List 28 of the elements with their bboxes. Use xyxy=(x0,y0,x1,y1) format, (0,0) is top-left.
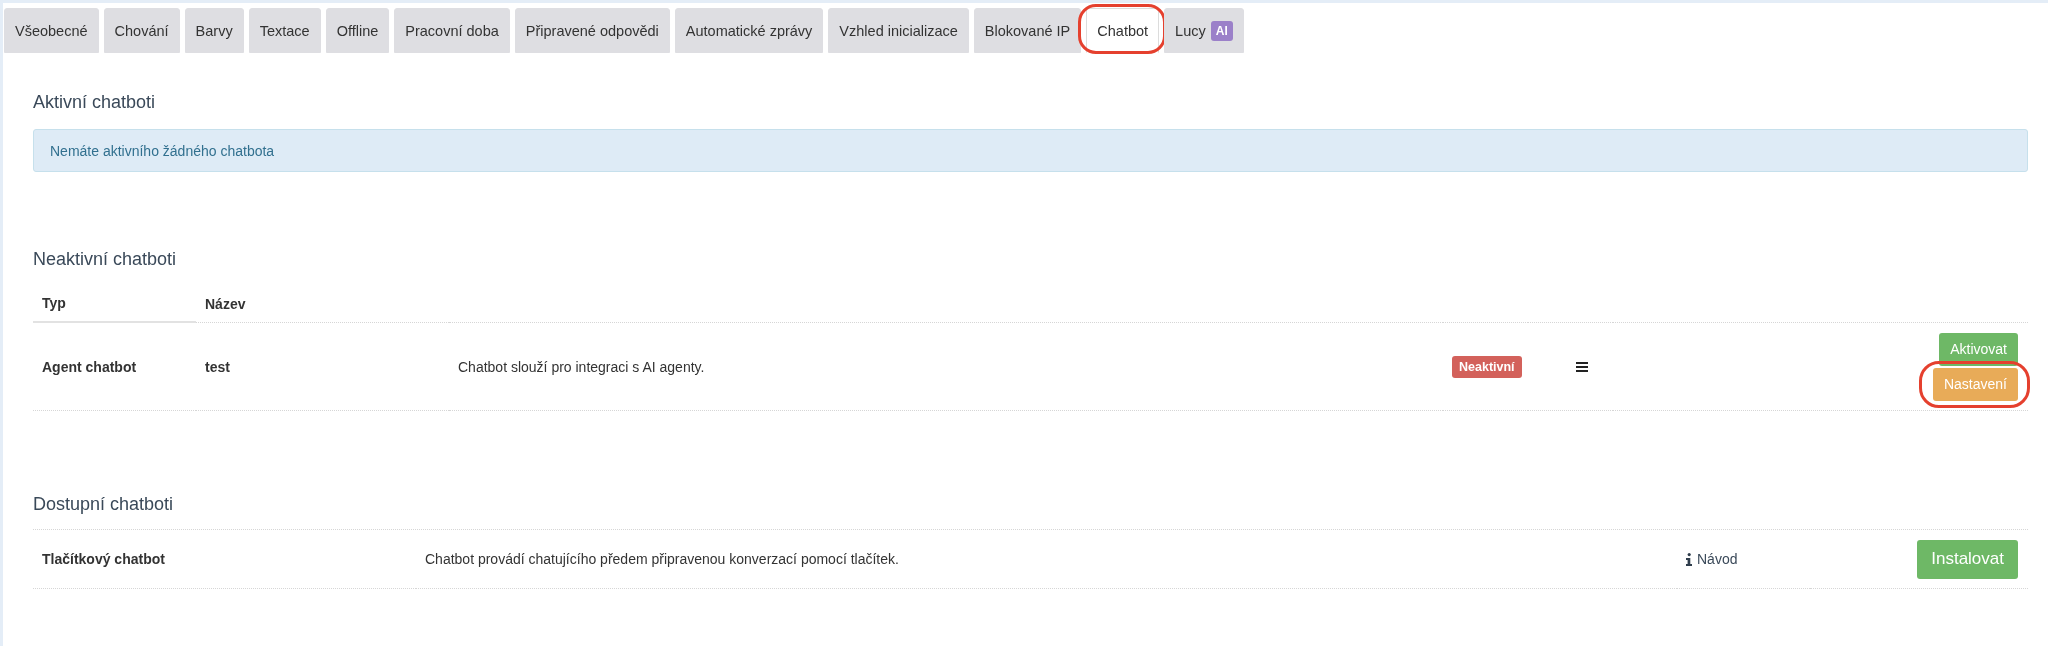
tab[interactable]: Všeobecné xyxy=(4,8,99,53)
section-title: Neaktivní chatboti xyxy=(33,248,177,271)
column-header: Název xyxy=(205,295,246,312)
tab[interactable]: Chování xyxy=(103,8,180,53)
ai-badge: AI xyxy=(1210,20,1233,41)
table-cell: Chatbot slouží pro integraci s AI agenty. xyxy=(458,358,705,375)
guide-link[interactable]: Návod xyxy=(1686,551,1738,567)
menu-icon[interactable] xyxy=(1576,361,1588,372)
section-title: Aktivní chatboti xyxy=(33,91,156,114)
info-notice: Nemáte aktivního žádného chatbota xyxy=(33,129,2028,172)
tab[interactable]: Blokované IP xyxy=(973,8,1082,53)
tab[interactable]: Pracovní doba xyxy=(394,8,510,53)
column-header: Typ xyxy=(42,295,66,311)
tab[interactable]: Textace xyxy=(248,8,321,53)
tab[interactable]: Připravené odpovědi xyxy=(514,8,670,53)
table-cell: Tlačítkový chatbot xyxy=(42,551,165,567)
tab[interactable]: Lucy AI xyxy=(1164,8,1244,53)
status-badge: Neaktivní xyxy=(1452,355,1522,378)
tab[interactable]: Offline xyxy=(325,8,390,53)
table-cell: Agent chatbot xyxy=(42,358,137,375)
info-icon xyxy=(1686,552,1692,566)
table-cell: test xyxy=(205,358,230,375)
table-cell: Chatbot provádí chatujícího předem připravenou konverzací pomocí tlačítek. xyxy=(425,551,899,567)
tab[interactable]: Vzhled inicializace xyxy=(828,8,969,53)
tab[interactable]: Barvy xyxy=(184,8,244,53)
section-title: Dostupní chatboti xyxy=(33,493,174,516)
tab[interactable]: Chatbot xyxy=(1086,8,1160,53)
tab[interactable]: Automatické zprávy xyxy=(674,8,824,53)
